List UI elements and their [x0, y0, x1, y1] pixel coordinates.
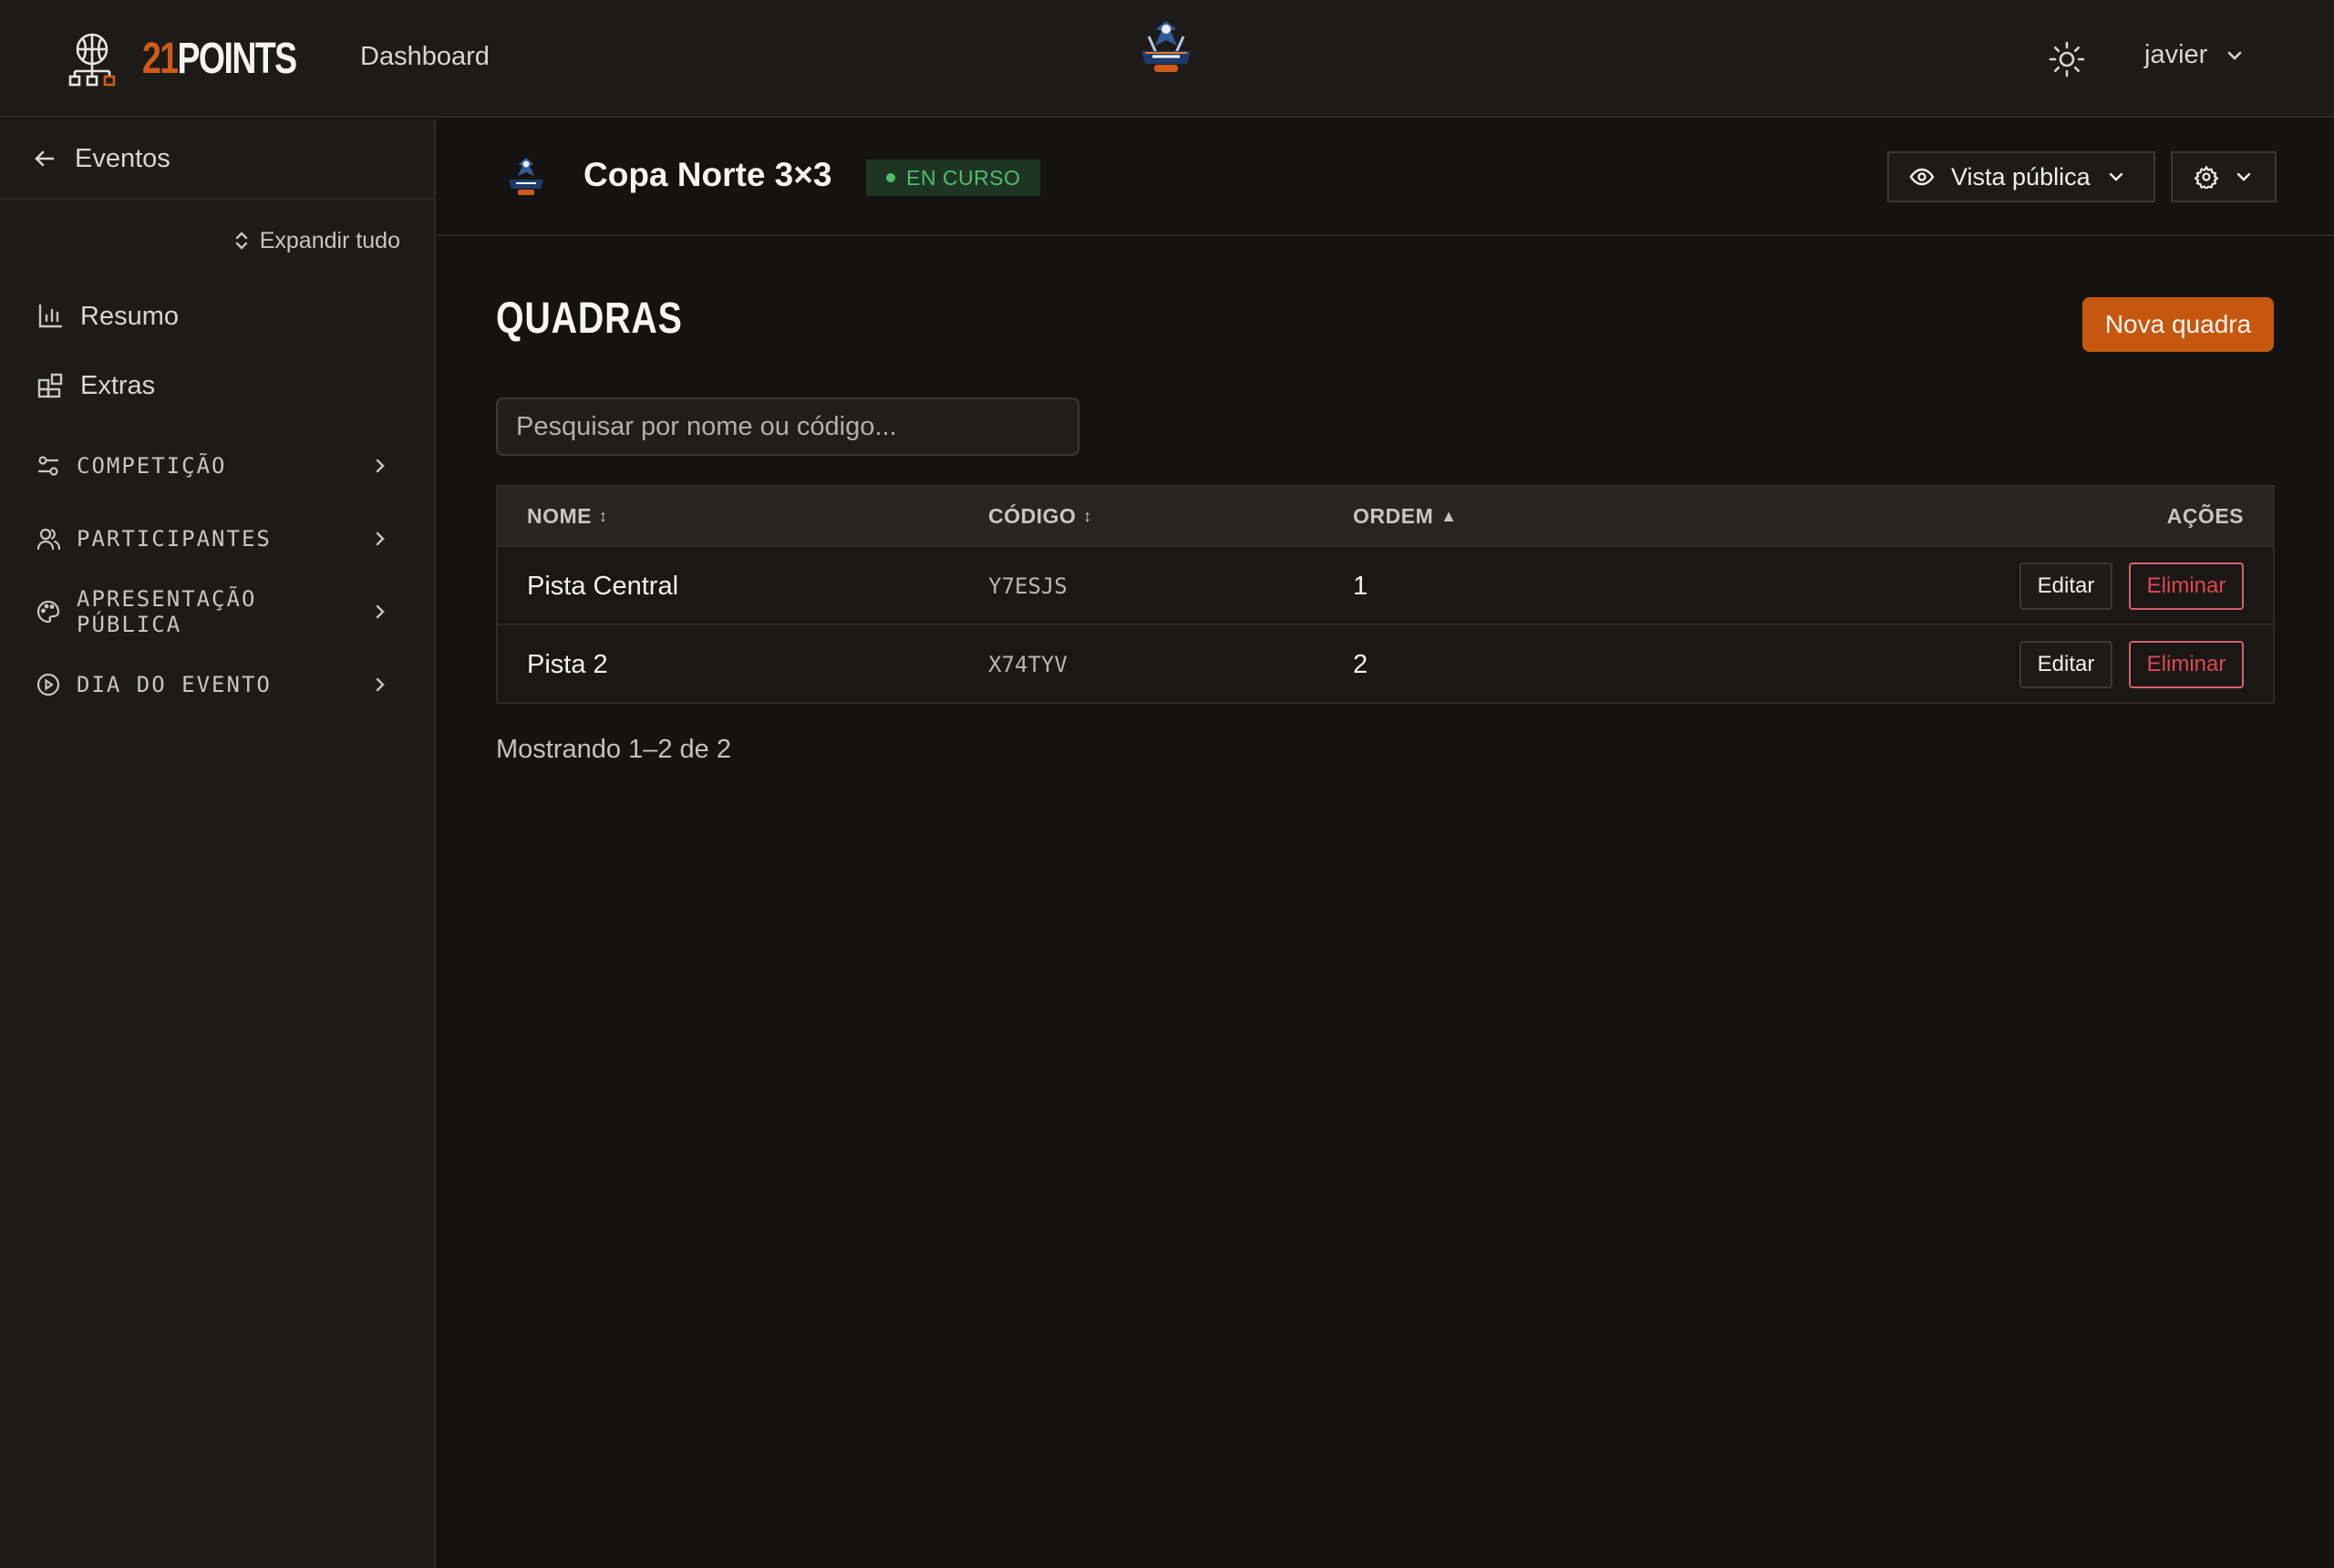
table-header: NOME ↕ CÓDIGO ↕ ORDEM ▲ AÇÕES [498, 487, 2273, 547]
gear-icon [2195, 165, 2218, 189]
court-name: Pista 2 [527, 649, 608, 679]
expand-all-button[interactable]: Expandir tudo [0, 200, 434, 282]
page-title: QUADRAS [496, 294, 683, 343]
sort-icon: ↕ [1083, 506, 1092, 525]
sliders-icon [37, 456, 59, 476]
court-order: 2 [1353, 649, 1368, 679]
sidebar-group-label: APRESENTAÇÃO PÚBLICA [77, 586, 257, 637]
sidebar: Eventos Expandir tudo Resumo Extras COMP… [0, 119, 436, 1568]
event-title: Copa Norte 3×3 [584, 156, 832, 193]
column-header-label: CÓDIGO [988, 503, 1077, 528]
column-header-code[interactable]: CÓDIGO ↕ [988, 487, 1092, 545]
row-actions: Editar Eliminar [2019, 547, 2244, 625]
sidebar-group-label: COMPETIÇÃO [77, 453, 227, 479]
chevron-right-icon [376, 459, 385, 473]
chevron-down-icon [2109, 172, 2122, 181]
event-logo [509, 158, 543, 195]
delete-button[interactable]: Eliminar [2129, 562, 2244, 610]
basketball-bracket-logo-icon [68, 33, 116, 87]
edit-button[interactable]: Editar [2019, 562, 2112, 610]
court-code: Y7ESJS [988, 573, 1068, 599]
eye-icon [1909, 168, 1935, 186]
bar-chart-icon [38, 304, 63, 328]
status-label: EN CURSO [906, 165, 1021, 190]
sidebar-group-dia-do-evento[interactable]: DIA DO EVENTO [0, 648, 434, 721]
brand-number: 21 [142, 35, 179, 83]
chevron-down-icon [2228, 51, 2242, 60]
brand-word: POINTS [177, 35, 298, 83]
row-actions: Editar Eliminar [2019, 625, 2244, 704]
public-view-button[interactable]: Vista pública [1887, 151, 2155, 202]
delete-button[interactable]: Eliminar [2129, 641, 2244, 688]
chevrons-up-down-icon [235, 232, 247, 250]
column-header-name[interactable]: NOME ↕ [527, 487, 608, 545]
pagination-info: Mostrando 1–2 de 2 [496, 735, 731, 764]
sidebar-item-resumo[interactable]: Resumo [0, 282, 434, 351]
column-header-label: ORDEM [1353, 503, 1434, 528]
expand-all-label: Expandir tudo [259, 227, 400, 253]
column-header-actions: AÇÕES [2166, 503, 2244, 528]
table-row: Pista Central Y7ESJS 1 Editar Eliminar [498, 547, 2273, 625]
sidebar-group-label: DIA DO EVENTO [77, 672, 272, 697]
back-to-events-link[interactable]: Eventos [0, 119, 434, 200]
chevron-right-icon [376, 604, 385, 619]
top-bar: 21POINTS Dashboard javier [0, 0, 2334, 118]
sidebar-item-label: Extras [80, 370, 156, 400]
courts-table: NOME ↕ CÓDIGO ↕ ORDEM ▲ AÇÕES Pista Cent… [496, 485, 2275, 704]
chevron-down-icon [2236, 172, 2251, 181]
chevron-right-icon [376, 677, 385, 692]
column-header-order[interactable]: ORDEM ▲ [1353, 487, 1457, 545]
status-badge: EN CURSO [866, 160, 1041, 196]
user-name: javier [2144, 40, 2208, 69]
sort-asc-icon: ▲ [1441, 506, 1458, 525]
court-name: Pista Central [527, 571, 679, 601]
new-court-button[interactable]: Nova quadra [2082, 297, 2274, 352]
settings-menu-button[interactable] [2171, 151, 2277, 202]
public-view-label: Vista pública [1951, 162, 2091, 191]
user-menu[interactable]: javier [2144, 40, 2244, 70]
palette-icon [36, 600, 60, 624]
users-icon [36, 528, 60, 551]
sort-icon: ↕ [599, 506, 608, 525]
court-code: X74TYV [988, 652, 1068, 677]
chevron-right-icon [376, 531, 385, 546]
column-header-label: NOME [527, 503, 592, 528]
play-circle-icon [36, 673, 60, 696]
nav-dashboard-link[interactable]: Dashboard [360, 42, 490, 72]
sidebar-item-label: Resumo [80, 301, 179, 331]
team-logo [1141, 21, 1191, 72]
court-order: 1 [1353, 571, 1368, 601]
sun-icon[interactable] [2048, 40, 2086, 78]
back-label: Eventos [75, 143, 170, 173]
sidebar-group-participantes[interactable]: PARTICIPANTES [0, 502, 434, 575]
arrow-left-icon [35, 150, 55, 167]
edit-button[interactable]: Editar [2019, 641, 2112, 688]
sidebar-group-label: PARTICIPANTES [77, 526, 272, 552]
status-dot-icon [886, 173, 895, 182]
search-input[interactable] [496, 397, 1079, 456]
sidebar-group-apresentacao-publica[interactable]: APRESENTAÇÃO PÚBLICA [0, 575, 434, 648]
sidebar-item-extras[interactable]: Extras [0, 351, 434, 420]
brand-wordmark: 21POINTS [142, 31, 298, 88]
sidebar-group-competicao[interactable]: COMPETIÇÃO [0, 429, 434, 502]
brand-link[interactable]: 21POINTS [64, 31, 339, 88]
blocks-icon [37, 373, 63, 398]
table-row: Pista 2 X74TYV 2 Editar Eliminar [498, 625, 2273, 704]
event-header: Copa Norte 3×3 EN CURSO Vista pública [438, 119, 2334, 236]
